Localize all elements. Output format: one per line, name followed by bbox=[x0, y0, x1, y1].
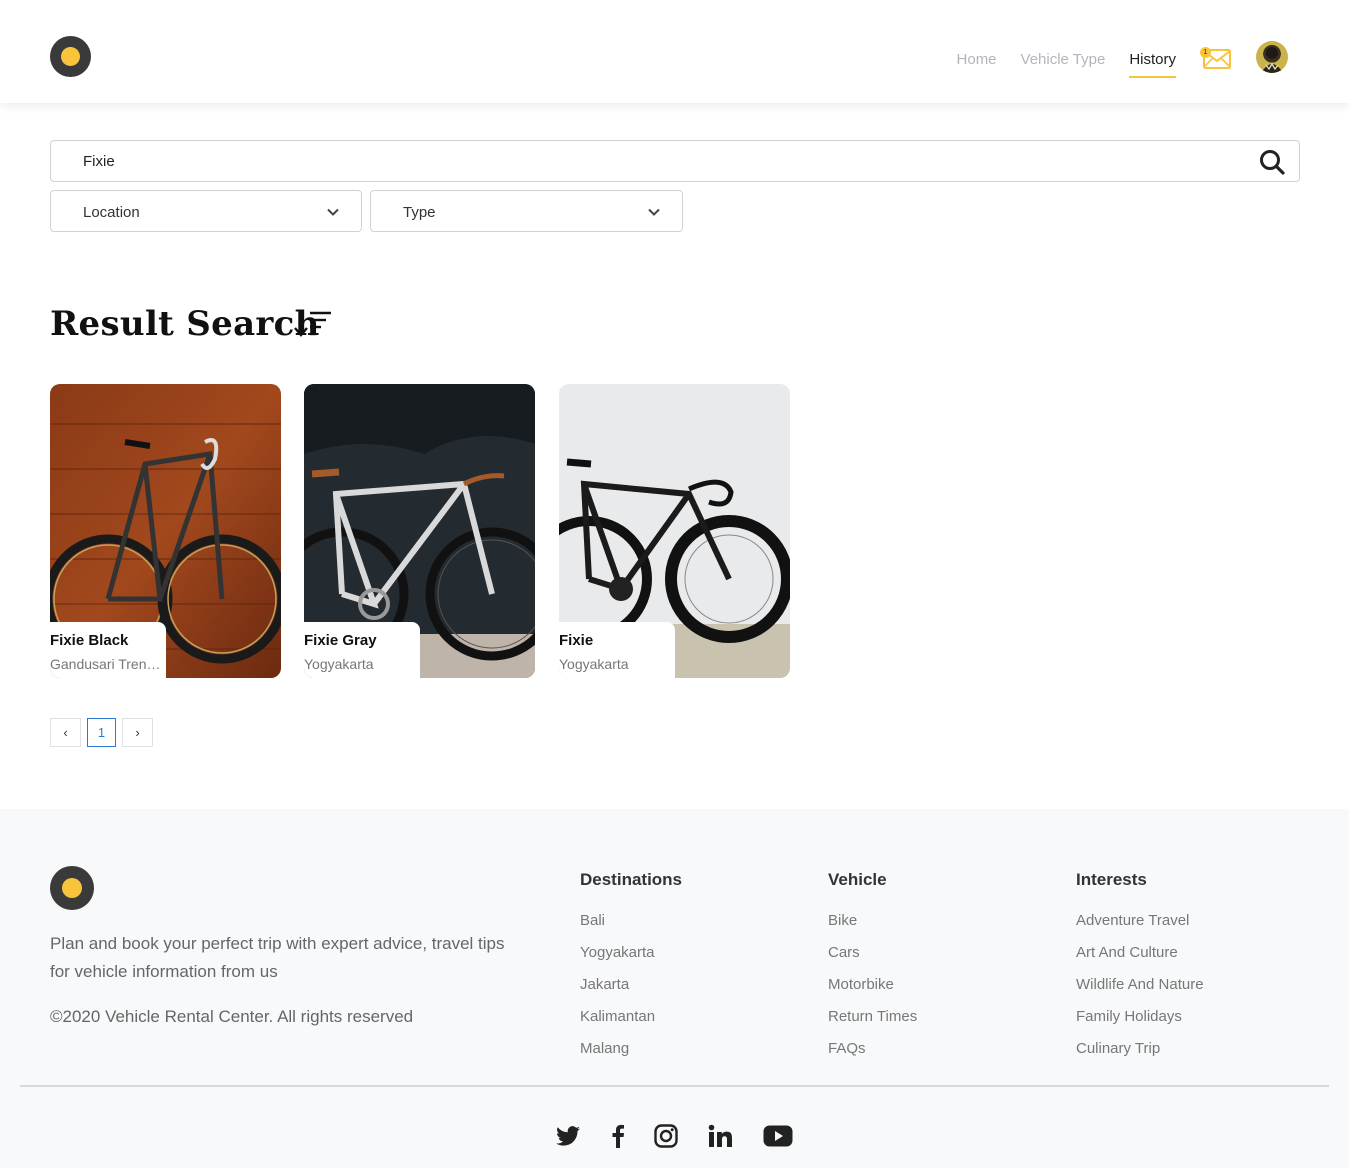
footer-link[interactable]: Cars bbox=[828, 944, 917, 976]
footer-column-interests: Interests Adventure Travel Art And Cultu… bbox=[1076, 870, 1204, 1072]
mail-count-badge: 1 bbox=[1200, 47, 1211, 58]
footer-divider bbox=[20, 1085, 1329, 1087]
linkedin-icon[interactable] bbox=[708, 1123, 732, 1149]
chevron-down-icon bbox=[327, 208, 339, 216]
type-select[interactable]: Type bbox=[370, 190, 683, 232]
footer-column-title: Destinations bbox=[580, 870, 683, 889]
footer-column-destinations: Destinations Bali Yogyakarta Jakarta Kal… bbox=[580, 870, 682, 1072]
pagination: ‹ 1 › bbox=[50, 718, 153, 747]
footer-link[interactable]: Adventure Travel bbox=[1076, 912, 1204, 944]
facebook-icon[interactable] bbox=[612, 1123, 624, 1149]
vehicle-card[interactable]: Fixie Black Gandusari Trenggalek bbox=[50, 384, 281, 678]
location-select[interactable]: Location bbox=[50, 190, 362, 232]
type-select-label: Type bbox=[403, 204, 436, 221]
vehicle-name: Fixie Gray bbox=[304, 632, 377, 649]
youtube-icon[interactable] bbox=[763, 1123, 793, 1149]
vehicle-name: Fixie bbox=[559, 632, 594, 649]
vehicle-card[interactable]: Fixie Yogyakarta bbox=[559, 384, 790, 678]
vehicle-name: Fixie Black bbox=[50, 632, 129, 649]
nav-history[interactable]: History bbox=[1129, 51, 1176, 78]
footer-logo[interactable] bbox=[50, 866, 94, 910]
vehicle-location: Yogyakarta bbox=[559, 656, 629, 672]
chevron-down-icon bbox=[648, 208, 660, 216]
footer-column-title: Interests bbox=[1076, 870, 1147, 889]
top-navbar: Home Vehicle Type History 1 bbox=[0, 0, 1349, 103]
page-1-button[interactable]: 1 bbox=[87, 718, 116, 747]
search-bar bbox=[50, 140, 1300, 182]
footer-link[interactable]: FAQs bbox=[828, 1040, 917, 1072]
footer-column-vehicle: Vehicle Bike Cars Motorbike Return Times… bbox=[828, 870, 917, 1072]
footer-link[interactable]: Malang bbox=[580, 1040, 682, 1072]
nav-vehicle-type[interactable]: Vehicle Type bbox=[1021, 51, 1106, 68]
footer: Plan and book your perfect trip with exp… bbox=[0, 809, 1349, 1168]
twitter-icon[interactable] bbox=[556, 1123, 581, 1149]
footer-link[interactable]: Family Holidays bbox=[1076, 1008, 1204, 1040]
footer-link[interactable]: Bali bbox=[580, 912, 682, 944]
location-select-label: Location bbox=[83, 204, 140, 221]
prev-page-button[interactable]: ‹ bbox=[50, 718, 81, 747]
footer-link[interactable]: Yogyakarta bbox=[580, 944, 682, 976]
vehicle-location: Yogyakarta bbox=[304, 656, 374, 672]
avatar[interactable] bbox=[1256, 41, 1288, 73]
search-input[interactable] bbox=[83, 141, 1233, 181]
footer-link[interactable]: Kalimantan bbox=[580, 1008, 682, 1040]
card-caption: Fixie Gray Yogyakarta bbox=[304, 622, 420, 678]
nav-home[interactable]: Home bbox=[957, 51, 997, 68]
card-caption: Fixie Black Gandusari Trenggalek bbox=[50, 622, 166, 678]
vehicle-location: Gandusari Trenggalek bbox=[50, 656, 162, 672]
footer-link[interactable]: Return Times bbox=[828, 1008, 917, 1040]
footer-description: Plan and book your perfect trip with exp… bbox=[50, 934, 505, 981]
footer-link[interactable]: Art And Culture bbox=[1076, 944, 1204, 976]
footer-link[interactable]: Motorbike bbox=[828, 976, 917, 1008]
vehicle-card[interactable]: Fixie Gray Yogyakarta bbox=[304, 384, 535, 678]
page-title: Result Search bbox=[50, 304, 320, 344]
search-icon[interactable] bbox=[1259, 149, 1285, 175]
footer-link[interactable]: Jakarta bbox=[580, 976, 682, 1008]
footer-column-title: Vehicle bbox=[828, 870, 887, 889]
instagram-icon[interactable] bbox=[654, 1123, 678, 1149]
next-page-button[interactable]: › bbox=[122, 718, 153, 747]
logo[interactable] bbox=[50, 36, 91, 77]
footer-link[interactable]: Culinary Trip bbox=[1076, 1040, 1204, 1072]
card-caption: Fixie Yogyakarta bbox=[559, 622, 675, 678]
sort-descending-icon[interactable] bbox=[294, 308, 332, 340]
footer-link[interactable]: Wildlife And Nature bbox=[1076, 976, 1204, 1008]
footer-link[interactable]: Bike bbox=[828, 912, 917, 944]
main-nav: Home Vehicle Type History bbox=[957, 51, 1176, 78]
copyright: ©2020 Vehicle Rental Center. All rights … bbox=[50, 1007, 414, 1026]
